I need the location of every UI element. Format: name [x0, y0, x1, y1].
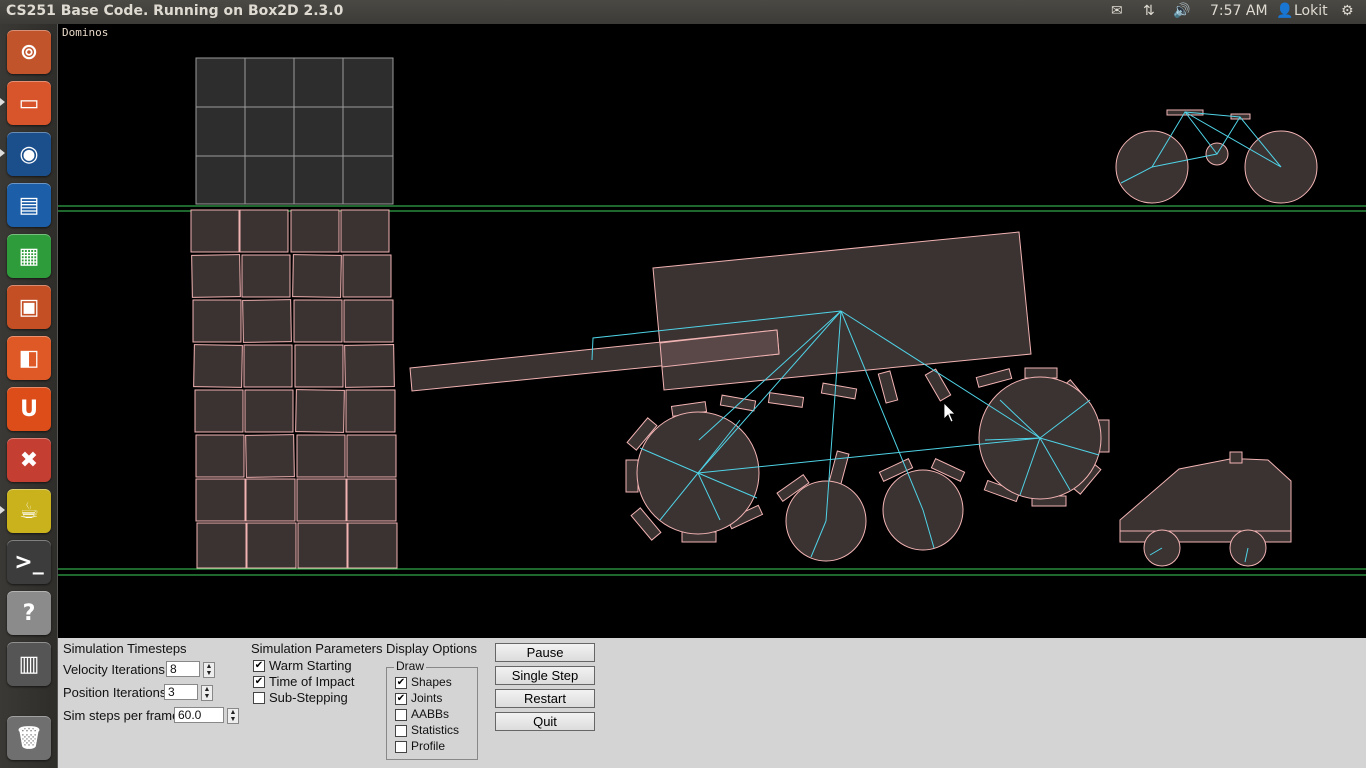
display-title: Display Options — [386, 641, 478, 656]
question-icon[interactable]: ? — [7, 591, 51, 635]
mail-icon[interactable]: ✉ — [1111, 3, 1123, 19]
position-input[interactable]: 3 — [164, 684, 198, 700]
car — [1119, 451, 1292, 567]
gear-icon[interactable]: ⚙ — [1341, 3, 1354, 19]
steps-label: Sim steps per frame — [63, 708, 180, 723]
ubuntu-one-icon[interactable]: U — [7, 387, 51, 431]
user-name[interactable]: Lokit — [1294, 3, 1328, 19]
time-of-impact-checkbox[interactable]: ✔ — [253, 676, 265, 688]
pause-button[interactable]: Pause — [495, 643, 595, 662]
user-icon[interactable]: 👤 — [1276, 3, 1293, 19]
bicycle — [1115, 109, 1318, 204]
spreadsheet-icon[interactable]: ▦ — [7, 234, 51, 278]
params-title: Simulation Parameters — [251, 641, 383, 656]
running-indicator — [0, 98, 5, 106]
timesteps-title: Simulation Timesteps — [63, 641, 187, 656]
teapot-icon[interactable]: ☕ — [7, 489, 51, 533]
running-indicator — [0, 506, 5, 514]
sub-stepping-label: Sub-Stepping — [269, 690, 348, 705]
top-panel: CS251 Base Code. Running on Box2D 2.3.0 … — [0, 0, 1366, 24]
steps-input[interactable]: 60.0 — [174, 707, 224, 723]
statistics-checkbox[interactable] — [395, 725, 407, 737]
warm-starting-label: Warm Starting — [269, 658, 352, 673]
steps-stepper[interactable]: ▲ ▼ — [227, 708, 239, 724]
position-label: Position Iterations — [63, 685, 167, 700]
aabbs-label: AABBs — [411, 707, 450, 721]
clock[interactable]: 7:57 AM — [1210, 3, 1268, 19]
box-stack — [190, 209, 398, 569]
mouse-cursor — [943, 402, 956, 423]
sub-stepping-checkbox[interactable] — [253, 692, 265, 704]
folder-icon[interactable]: ▭ — [7, 81, 51, 125]
velocity-input[interactable]: 8 — [166, 661, 200, 677]
statistics-label: Statistics — [411, 723, 460, 737]
profile-label: Profile — [411, 739, 446, 753]
joints-label: Joints — [411, 691, 443, 705]
restart-button[interactable]: Restart — [495, 689, 595, 708]
draw-title: Draw — [394, 659, 427, 673]
launcher: ⊚ ▭ ◉ ▤ ▦ ▣ ◧ U ✖ ☕ >_ ? ▥ 🗑 — [0, 24, 58, 768]
velocity-stepper[interactable]: ▲ ▼ — [203, 662, 215, 678]
position-stepper[interactable]: ▲ ▼ — [201, 685, 213, 701]
quit-button[interactable]: Quit — [495, 712, 595, 731]
joints-checkbox[interactable]: ✔ — [395, 693, 407, 705]
network-icon[interactable]: ⇅ — [1143, 3, 1155, 19]
shopping-bag-icon[interactable]: ◧ — [7, 336, 51, 380]
trash-icon[interactable]: 🗑 — [7, 716, 51, 760]
window-title: CS251 Base Code. Running on Box2D 2.3.0 — [6, 3, 344, 19]
control-panel: Simulation Timesteps Velocity Iterations… — [58, 638, 1366, 768]
tools-icon[interactable]: ✖ — [7, 438, 51, 482]
running-indicator — [0, 149, 5, 157]
shapes-checkbox[interactable]: ✔ — [395, 677, 407, 689]
simulation-canvas[interactable]: Dominos — [58, 24, 1366, 638]
physics-world — [58, 57, 1366, 576]
shapes-label: Shapes — [411, 675, 452, 689]
profile-checkbox[interactable] — [395, 741, 407, 753]
firefox-icon[interactable]: ◉ — [7, 132, 51, 176]
single-step-button[interactable]: Single Step — [495, 666, 595, 685]
aabbs-checkbox[interactable] — [395, 709, 407, 721]
time-of-impact-label: Time of Impact — [269, 674, 355, 689]
ubuntu-logo-icon[interactable]: ⊚ — [7, 30, 51, 74]
velocity-label: Velocity Iterations — [63, 662, 165, 677]
tank — [409, 231, 1110, 562]
terminal-icon[interactable]: >_ — [7, 540, 51, 584]
workspace-icon[interactable]: ▥ — [7, 642, 51, 686]
box-grid — [195, 57, 394, 205]
presentation-icon[interactable]: ▣ — [7, 285, 51, 329]
document-icon[interactable]: ▤ — [7, 183, 51, 227]
volume-icon[interactable]: 🔊 — [1173, 3, 1190, 19]
warm-starting-checkbox[interactable]: ✔ — [253, 660, 265, 672]
